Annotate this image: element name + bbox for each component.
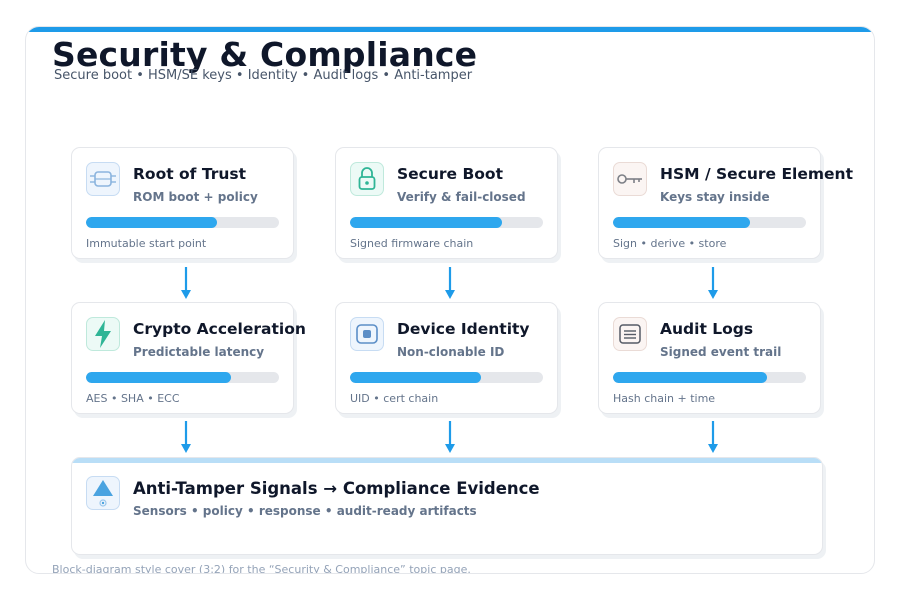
chip-icon	[86, 162, 120, 196]
progress-track	[613, 372, 806, 383]
card-title: Secure Boot	[397, 165, 503, 183]
card-subtitle: Predictable latency	[133, 345, 265, 359]
card-audit-logs: Audit Logs Signed event trail Hash chain…	[598, 302, 821, 414]
arrow-down-icon	[181, 421, 191, 453]
progress-track	[613, 217, 806, 228]
accent-top-bar	[26, 27, 874, 32]
arrow-down-icon	[181, 267, 191, 299]
lightning-icon	[86, 317, 120, 351]
progress-fill	[86, 217, 218, 228]
progress-track	[86, 217, 279, 228]
progress-track	[350, 372, 543, 383]
card-subtitle: Non-clonable ID	[397, 345, 505, 359]
arrow-down-icon	[708, 421, 718, 453]
arrow-down-icon	[445, 421, 455, 453]
progress-fill	[350, 372, 482, 383]
card-subtitle: Sensors • policy • response • audit-read…	[133, 504, 477, 518]
progress-track	[350, 217, 543, 228]
footer-caption: Block-diagram style cover (3:2) for the …	[52, 563, 471, 574]
progress-fill	[613, 372, 768, 383]
card-footer: UID • cert chain	[350, 392, 439, 405]
page-subtitle: Secure boot • HSM/SE keys • Identity • A…	[54, 68, 473, 83]
card-footer: Sign • derive • store	[613, 237, 727, 250]
document-lines-icon	[613, 317, 647, 351]
card-hsm-secure-element: HSM / Secure Element Keys stay inside Si…	[598, 147, 853, 259]
card-title: Device Identity	[397, 320, 530, 338]
card-accent-strip	[72, 458, 822, 463]
id-chip-icon	[350, 317, 384, 351]
progress-fill	[350, 217, 503, 228]
progress-fill	[613, 217, 751, 228]
key-icon	[613, 162, 647, 196]
card-device-identity: Device Identity Non-clonable ID UID • ce…	[335, 302, 558, 414]
card-title: Anti-Tamper Signals → Compliance Evidenc…	[133, 479, 540, 498]
card-footer: Hash chain + time	[613, 392, 716, 405]
card-footer: Signed firmware chain	[350, 237, 474, 250]
card-anti-tamper-compliance: Anti-Tamper Signals → Compliance Evidenc…	[71, 457, 823, 555]
card-root-of-trust: Root of Trust ROM boot + policy Immutabl…	[71, 147, 294, 259]
card-title: Root of Trust	[133, 165, 247, 183]
card-secure-boot: Secure Boot Verify & fail-closed Signed …	[335, 147, 558, 259]
progress-track	[86, 372, 279, 383]
card-footer: AES • SHA • ECC	[86, 392, 180, 405]
card-title: HSM / Secure Element	[660, 165, 853, 183]
cover-frame: Security & Compliance Secure boot • HSM/…	[25, 26, 875, 574]
card-title: Audit Logs	[660, 320, 754, 338]
card-subtitle: Keys stay inside	[660, 190, 770, 204]
card-subtitle: ROM boot + policy	[133, 190, 258, 204]
card-footer: Immutable start point	[86, 237, 207, 250]
progress-fill	[86, 372, 231, 383]
card-subtitle: Verify & fail-closed	[397, 190, 526, 204]
card-title: Crypto Acceleration	[133, 320, 306, 338]
arrow-down-icon	[708, 267, 718, 299]
alert-triangle-icon	[86, 476, 120, 510]
card-subtitle: Signed event trail	[660, 345, 782, 359]
arrow-down-icon	[445, 267, 455, 299]
card-crypto-acceleration: Crypto Acceleration Predictable latency …	[71, 302, 306, 414]
lock-icon	[350, 162, 384, 196]
